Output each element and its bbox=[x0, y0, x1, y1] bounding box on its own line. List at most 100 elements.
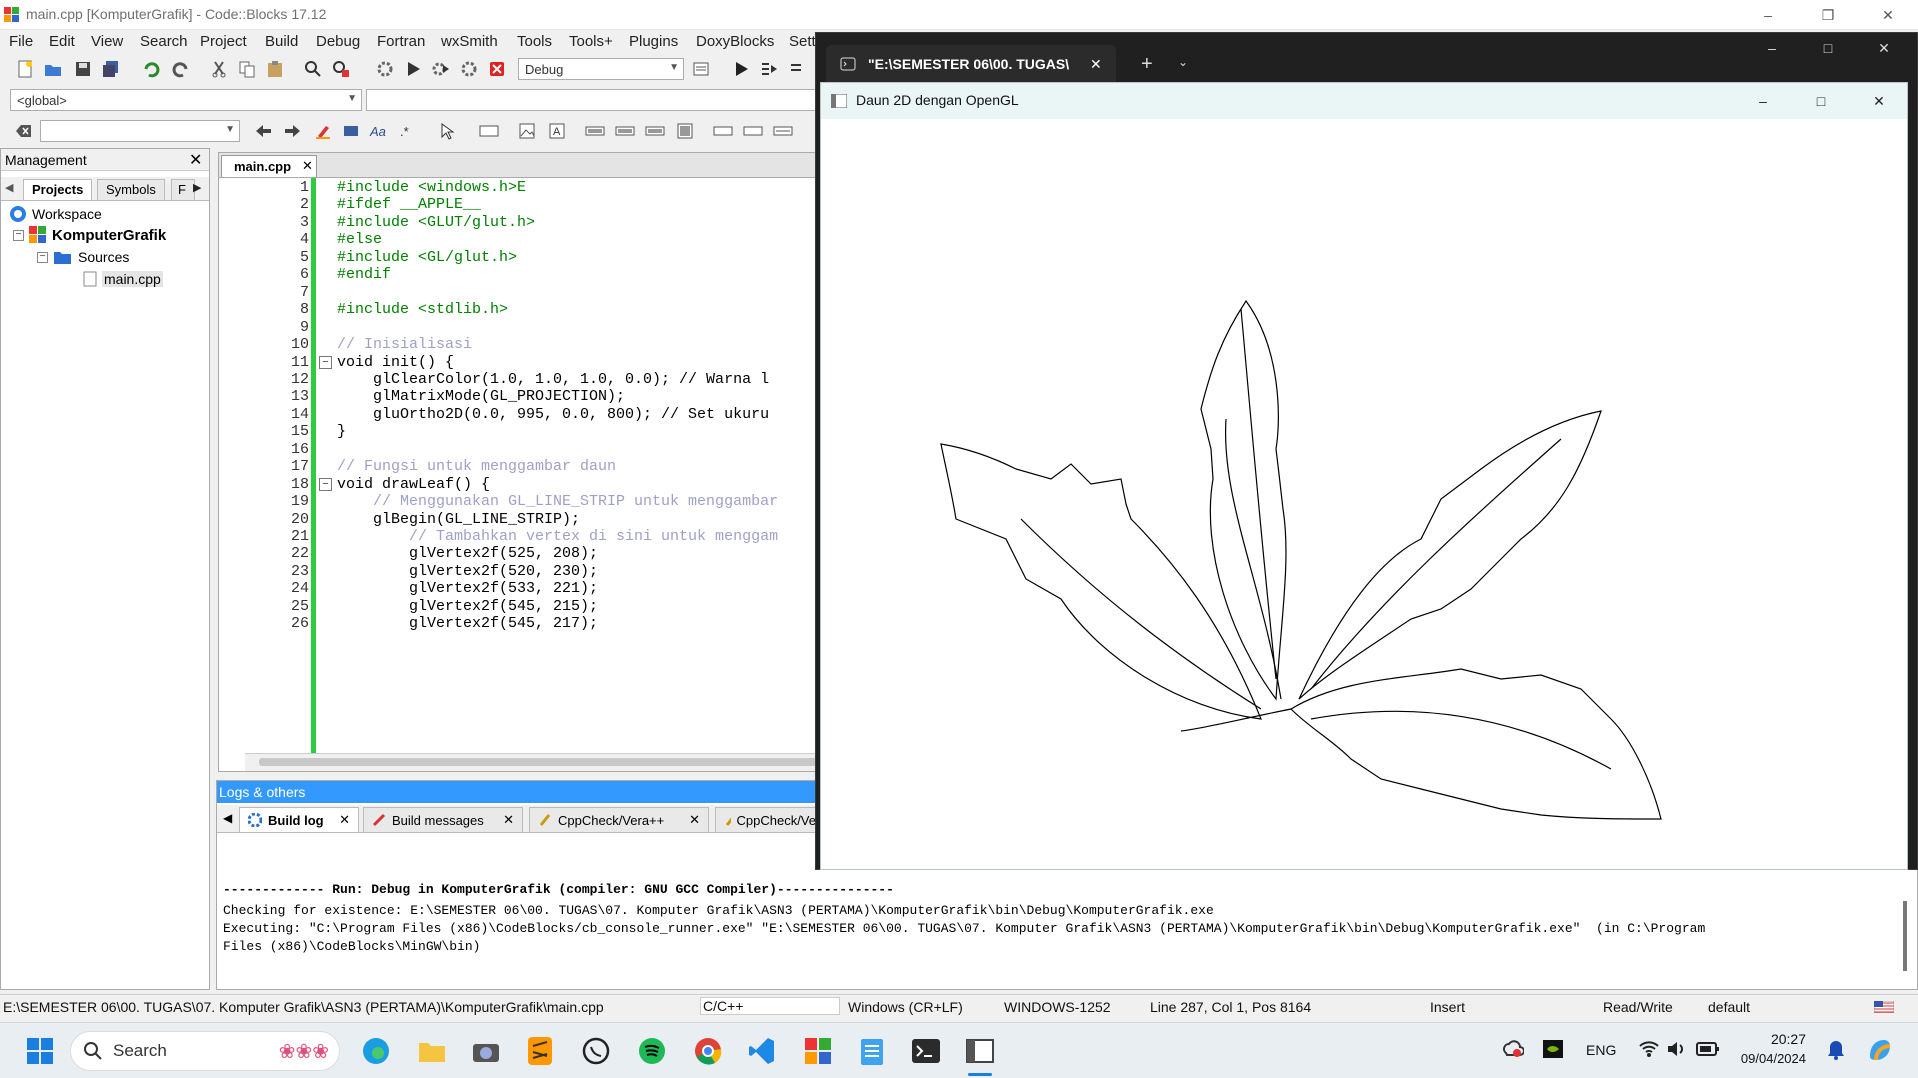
build-run-icon[interactable] bbox=[430, 58, 452, 80]
code-line[interactable]: #include <GLUT/glut.h> bbox=[337, 214, 535, 231]
paste-icon[interactable] bbox=[264, 58, 286, 80]
match-case-icon[interactable]: Aa bbox=[368, 120, 390, 142]
pointer-icon[interactable] bbox=[436, 120, 458, 142]
tab-build-log[interactable]: Build log ✕ bbox=[239, 807, 359, 832]
tree-folder-sources[interactable]: − Sources bbox=[37, 249, 129, 265]
tab-scroll-left-icon[interactable]: ◀ bbox=[5, 181, 13, 194]
new-tab-plus-icon[interactable]: + bbox=[1141, 53, 1153, 76]
close-tab-icon[interactable]: ✕ bbox=[1090, 56, 1102, 73]
battery-icon[interactable] bbox=[1696, 1041, 1720, 1057]
find-icon[interactable] bbox=[302, 58, 324, 80]
taskbar-search[interactable]: Search ❀❀❀ bbox=[70, 1031, 340, 1071]
minimize-button[interactable]: – bbox=[1744, 33, 1800, 63]
menu-tools[interactable]: Tools bbox=[517, 33, 552, 50]
wx-dialog-icon[interactable] bbox=[742, 120, 764, 142]
onedrive-icon[interactable] bbox=[1502, 1039, 1524, 1059]
build-target-select[interactable]: Debug ▼ bbox=[518, 58, 684, 80]
code-line[interactable]: #include <stdlib.h> bbox=[337, 301, 508, 318]
code-line[interactable]: glVertex2f(545, 215); bbox=[337, 598, 598, 615]
nvidia-icon[interactable] bbox=[1542, 1039, 1564, 1059]
horizontal-scrollbar[interactable] bbox=[245, 753, 819, 771]
collapse-icon[interactable]: − bbox=[37, 251, 48, 263]
tab-build-messages[interactable]: Build messages ✕ bbox=[363, 807, 523, 832]
code-line[interactable]: glClearColor(1.0, 1.0, 1.0, 0.0); // War… bbox=[337, 371, 769, 388]
code-line[interactable]: // Inisialisasi bbox=[337, 336, 472, 353]
arrow-right-icon[interactable] bbox=[282, 120, 304, 142]
close-icon[interactable]: ✕ bbox=[189, 150, 202, 170]
code-line[interactable]: void init() { bbox=[337, 354, 454, 371]
wifi-icon[interactable] bbox=[1638, 1040, 1660, 1058]
open-icon[interactable] bbox=[42, 58, 64, 80]
title-bar[interactable]: main.cpp [KomputerGrafik] - Code::Blocks… bbox=[0, 0, 1918, 30]
tab-scroll-left-icon[interactable]: ◀ bbox=[223, 811, 232, 825]
replace-icon[interactable] bbox=[330, 58, 352, 80]
vertical-scrollbar[interactable] bbox=[1903, 901, 1907, 971]
next-line-icon[interactable] bbox=[786, 58, 808, 80]
collapse-icon[interactable]: − bbox=[13, 229, 24, 241]
minimize-button[interactable]: – bbox=[1740, 0, 1796, 30]
undo-icon[interactable] bbox=[140, 58, 162, 80]
menu-plugins[interactable]: Plugins bbox=[629, 33, 678, 50]
close-tab-icon[interactable]: ✕ bbox=[689, 812, 700, 828]
code-line[interactable]: // Fungsi untuk menggambar daun bbox=[337, 458, 616, 475]
scope-select[interactable]: <global> ▼ bbox=[10, 89, 362, 111]
menu-project[interactable]: Project bbox=[200, 33, 247, 50]
code-line[interactable]: glVertex2f(533, 221); bbox=[337, 580, 598, 597]
maximize-button[interactable]: □ bbox=[1793, 86, 1849, 116]
scrollbar-thumb[interactable] bbox=[259, 758, 819, 766]
volume-icon[interactable] bbox=[1666, 1040, 1688, 1058]
redo-icon[interactable] bbox=[170, 58, 192, 80]
code-editor[interactable]: main.cpp ✕ 1 2 3 4 5 6 7 8 9 10 11 12 13 14 15 16 17 18 19… bbox=[218, 152, 820, 772]
fold-marker-icon[interactable]: − bbox=[319, 477, 332, 491]
copy-icon[interactable] bbox=[236, 58, 258, 80]
wx-panel-icon[interactable] bbox=[478, 120, 500, 142]
close-tab-icon[interactable]: ✕ bbox=[339, 812, 350, 828]
terminal-taskbar-icon[interactable] bbox=[908, 1033, 944, 1069]
wx-text-icon[interactable]: A bbox=[546, 120, 568, 142]
tab-symbols[interactable]: Symbols bbox=[97, 179, 165, 200]
run-icon[interactable] bbox=[402, 58, 424, 80]
code-line[interactable]: #include <GL/glut.h> bbox=[337, 249, 517, 266]
tab-files[interactable]: F bbox=[171, 179, 195, 200]
menu-search[interactable]: Search bbox=[140, 33, 188, 50]
search-text-input[interactable]: ▼ bbox=[40, 120, 240, 142]
tab-scroll-right-icon[interactable]: ▶ bbox=[193, 181, 201, 194]
notification-bell-icon[interactable] bbox=[1826, 1039, 1846, 1061]
code-line[interactable]: glVertex2f(525, 208); bbox=[337, 545, 598, 562]
clock-time[interactable]: 20:27 bbox=[1746, 1031, 1806, 1047]
chevron-down-icon[interactable]: ⌄ bbox=[1178, 55, 1188, 69]
wx-grid-icon[interactable] bbox=[674, 120, 696, 142]
editor-tab-main-cpp[interactable]: main.cpp ✕ bbox=[221, 155, 317, 177]
sublime-text-icon[interactable] bbox=[522, 1033, 558, 1069]
code-line[interactable]: glMatrixMode(GL_PROJECTION); bbox=[337, 388, 625, 405]
fold-marker-icon[interactable]: − bbox=[319, 355, 332, 369]
camera-icon[interactable] bbox=[468, 1033, 504, 1069]
function-select[interactable] bbox=[366, 89, 816, 111]
highlight-icon[interactable] bbox=[312, 120, 334, 142]
tab-cppcheck-vera[interactable]: CppCheck/Vera++ ✕ bbox=[529, 807, 709, 832]
close-button[interactable]: ✕ bbox=[1856, 33, 1912, 63]
opengl-app-taskbar-icon[interactable] bbox=[962, 1033, 998, 1069]
selected-text-icon[interactable] bbox=[340, 120, 362, 142]
build-gear-icon[interactable] bbox=[374, 58, 396, 80]
rebuild-icon[interactable] bbox=[458, 58, 480, 80]
code-line[interactable]: // Menggunakan GL_LINE_STRIP untuk mengg… bbox=[337, 493, 778, 510]
close-button[interactable]: ✕ bbox=[1851, 86, 1907, 116]
menu-build[interactable]: Build bbox=[265, 33, 298, 50]
code-line[interactable]: } bbox=[337, 423, 346, 440]
tree-workspace[interactable]: Workspace bbox=[9, 205, 102, 223]
maximize-button[interactable]: □ bbox=[1800, 33, 1856, 63]
close-button[interactable]: ✕ bbox=[1860, 0, 1916, 30]
codeblocks-taskbar-icon[interactable] bbox=[800, 1033, 836, 1069]
notepad-icon[interactable] bbox=[854, 1033, 890, 1069]
copilot-icon[interactable] bbox=[1866, 1036, 1894, 1064]
code-line[interactable]: void drawLeaf() { bbox=[337, 476, 490, 493]
tab-projects[interactable]: Projects bbox=[23, 179, 93, 200]
minimize-button[interactable]: – bbox=[1735, 86, 1791, 116]
terminal-tab[interactable]: "E:\SEMESTER 06\00. TUGAS\ ✕ bbox=[826, 45, 1116, 83]
save-all-icon[interactable] bbox=[100, 58, 122, 80]
code-line[interactable]: glVertex2f(545, 217); bbox=[337, 615, 598, 632]
menu-edit[interactable]: Edit bbox=[49, 33, 75, 50]
tab-cppcheck-ve[interactable]: CppCheck/Ve bbox=[715, 807, 825, 832]
menu-view[interactable]: View bbox=[91, 33, 123, 50]
